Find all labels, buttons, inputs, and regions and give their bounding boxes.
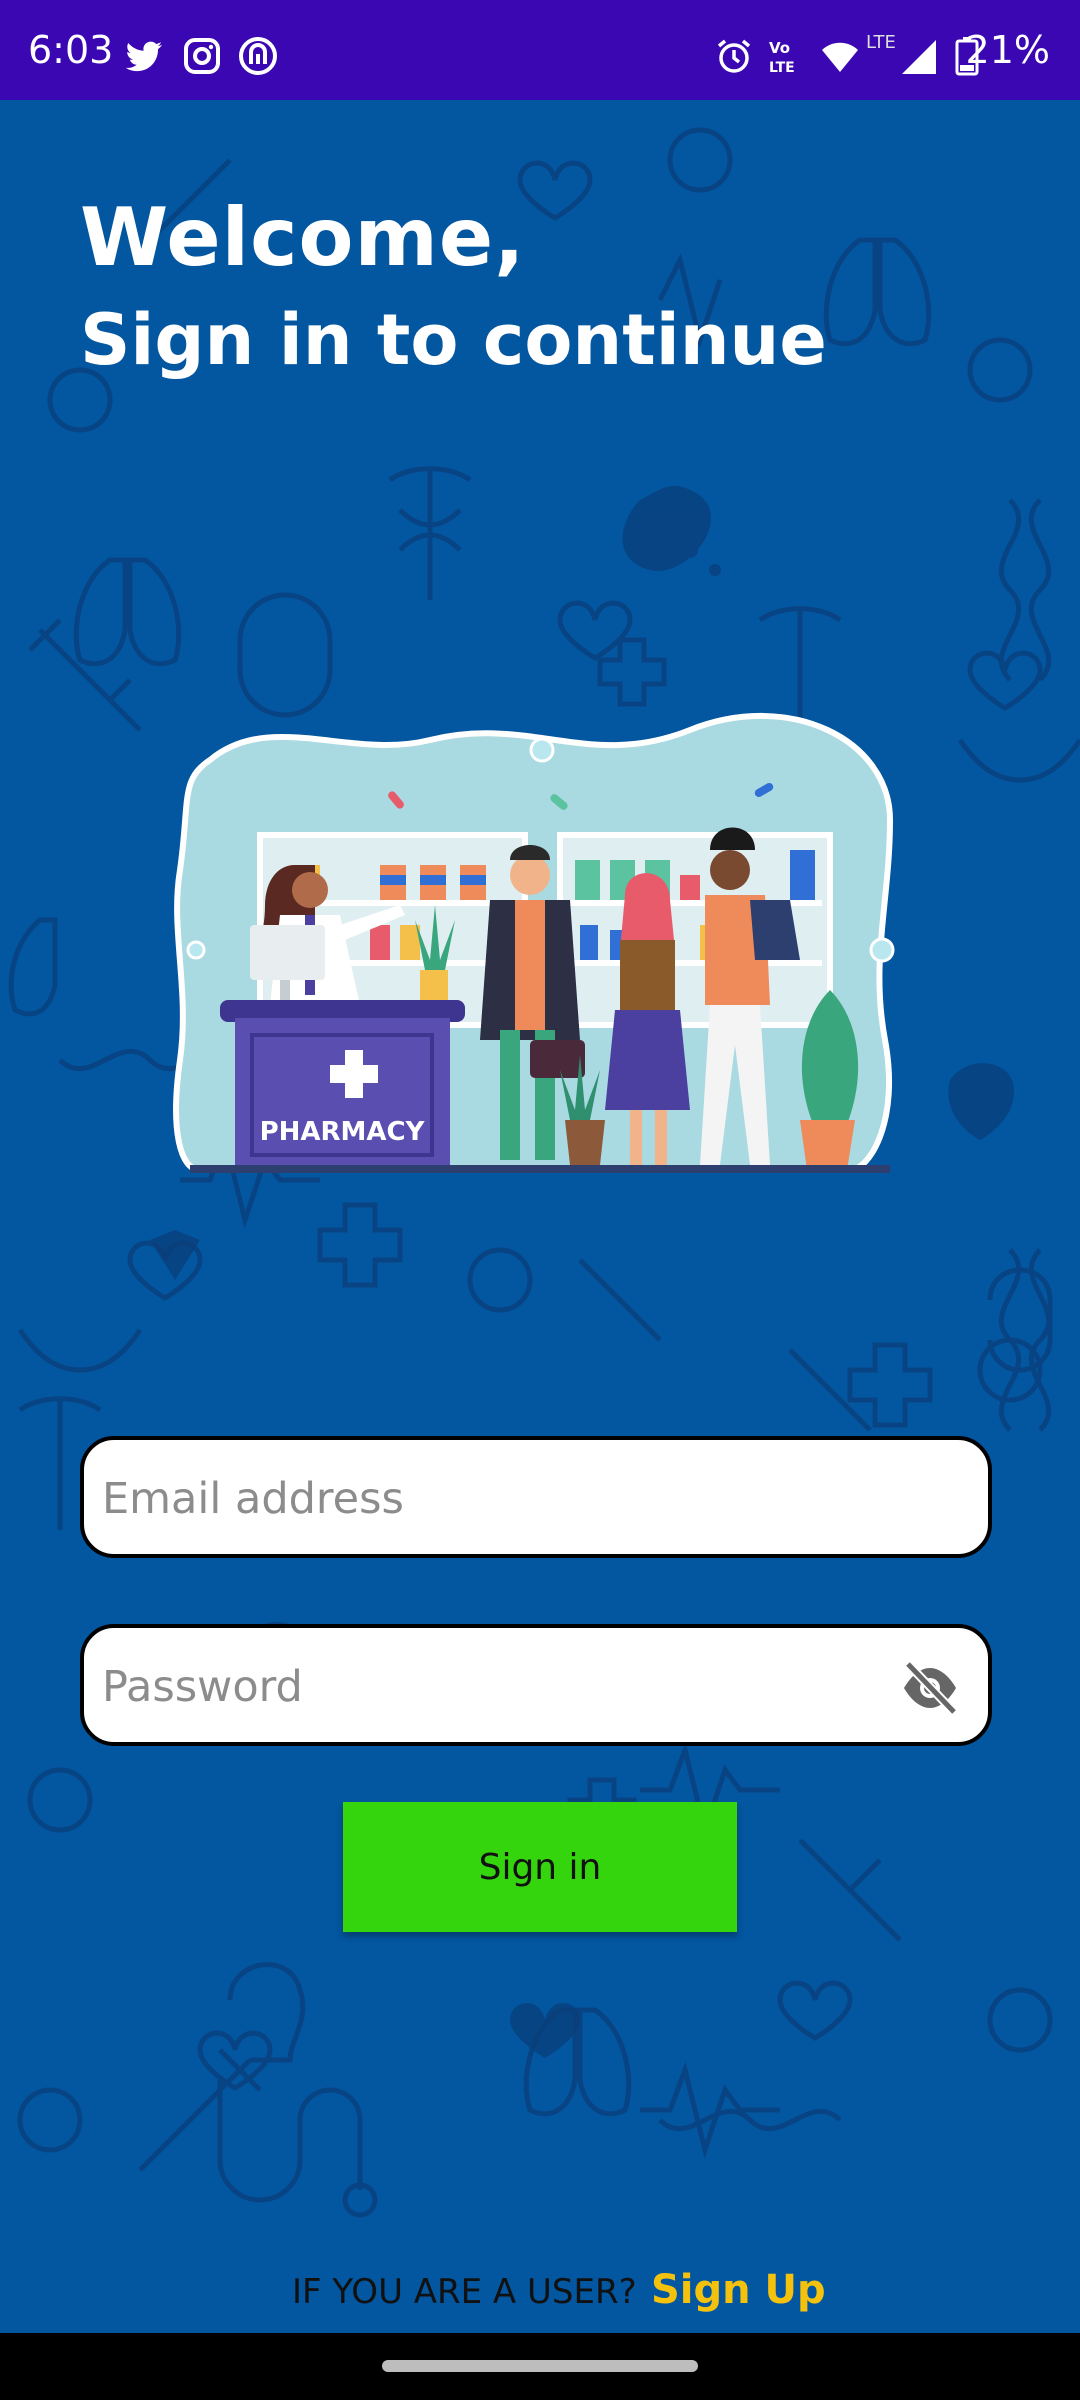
eye-off-icon[interactable]: [900, 1658, 960, 1718]
signal-icon: [902, 40, 936, 74]
svg-text:LTE: LTE: [769, 60, 795, 76]
battery-percent: 21%: [965, 28, 1050, 72]
welcome-title: Welcome,: [80, 191, 526, 284]
instagram-icon: [184, 38, 220, 74]
status-bar: 6:03 Vo LTE LTE 21%: [0, 0, 1080, 100]
welcome-subtitle: Sign in to continue: [80, 299, 827, 381]
sign-in-button[interactable]: Sign in: [343, 1802, 737, 1932]
navigation-bar: [0, 2333, 1080, 2400]
sign-in-screen: 6:03 Vo LTE LTE 21% Welcome, Sign in to …: [0, 0, 1080, 2400]
status-time: 6:03: [28, 28, 114, 72]
network-type-label: LTE: [866, 32, 896, 53]
pharmacy-illustration: PHARMACY: [173, 713, 895, 1173]
email-input[interactable]: [100, 1458, 924, 1540]
user-question-text: IF YOU ARE A USER?: [292, 2272, 637, 2312]
twitter-icon: [125, 41, 162, 72]
svg-text:Vo: Vo: [769, 39, 790, 57]
app-icon: [239, 37, 277, 75]
alarm-icon: [717, 39, 751, 73]
volte-icon: Vo LTE: [769, 39, 795, 76]
wifi-icon: [822, 42, 858, 72]
email-field[interactable]: [80, 1436, 992, 1558]
password-field[interactable]: [80, 1624, 992, 1746]
medical-pattern-background: [8, 127, 1080, 2218]
password-input[interactable]: [100, 1646, 924, 1728]
home-gesture-handle[interactable]: [382, 2360, 698, 2372]
pharmacy-sign-label: PHARMACY: [260, 1117, 426, 1147]
sign-up-link[interactable]: Sign Up: [651, 2266, 826, 2314]
